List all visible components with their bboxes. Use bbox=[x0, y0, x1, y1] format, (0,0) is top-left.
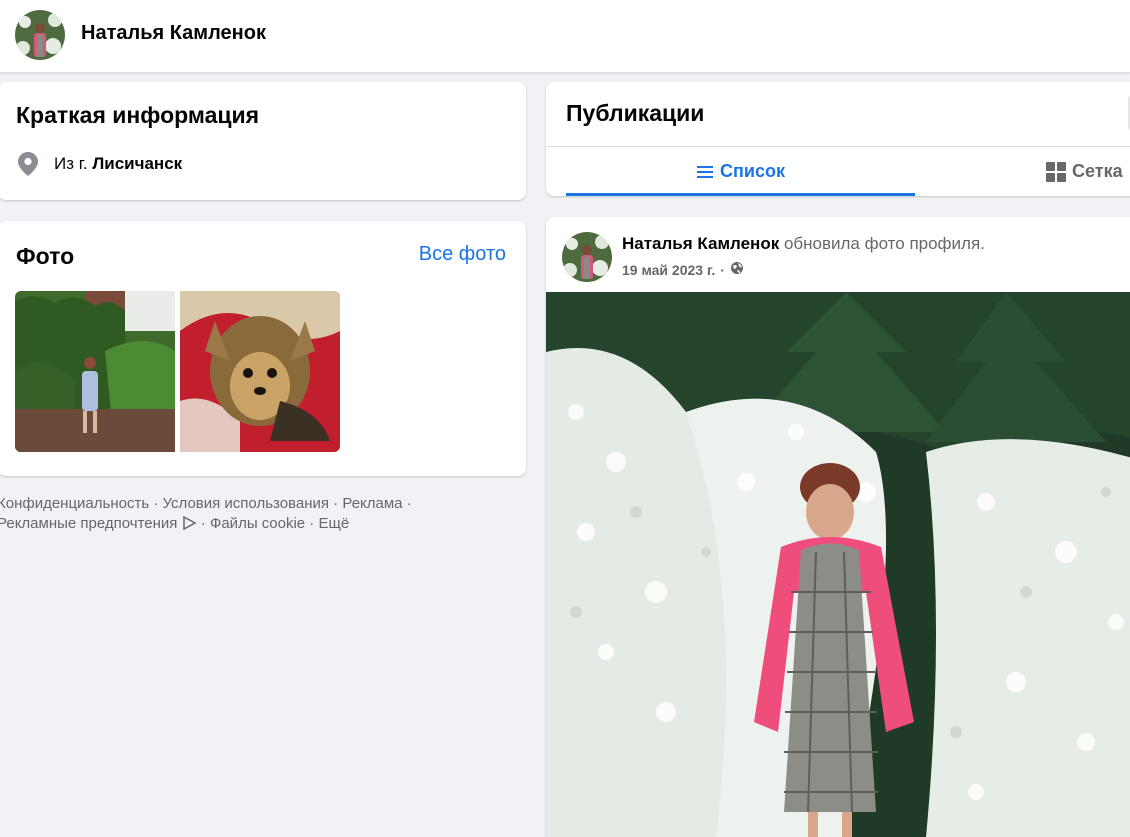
post-author-avatar[interactable] bbox=[562, 232, 612, 282]
footer-link-terms[interactable]: Условия использования bbox=[163, 495, 330, 512]
profile-header-bar: Наталья Камленок bbox=[0, 0, 1130, 73]
location-pin-icon bbox=[16, 152, 40, 176]
profile-avatar[interactable] bbox=[15, 10, 65, 60]
photo-thumbnail-1[interactable] bbox=[15, 291, 175, 452]
tab-grid-view[interactable]: Сетка bbox=[1046, 147, 1130, 196]
grid-icon bbox=[1046, 161, 1066, 182]
photos-card: Фото Все фото bbox=[0, 221, 526, 476]
post-headline: Наталья Камленок обновила фото профиля. bbox=[622, 234, 985, 254]
footer-link-ad-choices[interactable]: Рекламные предпочтения bbox=[0, 515, 177, 532]
active-tab-indicator bbox=[566, 193, 915, 196]
footer-link-privacy[interactable]: Конфиденциальность bbox=[0, 495, 149, 512]
post-meta: 19 май 2023 г. · bbox=[622, 261, 744, 278]
location-prefix: Из г. bbox=[54, 154, 93, 173]
intro-card: Краткая информация Из г. Лисичанск bbox=[0, 82, 526, 200]
post-date-link[interactable]: 19 май 2023 г. bbox=[622, 262, 715, 278]
tab-grid-label: Сетка bbox=[1072, 161, 1123, 181]
post-author-link[interactable]: Наталья Камленок bbox=[622, 234, 779, 253]
footer-link-more[interactable]: Ещё bbox=[318, 515, 349, 532]
profile-name[interactable]: Наталья Камленок bbox=[81, 22, 266, 45]
photos-title: Фото bbox=[16, 243, 75, 269]
location-row: Из г. Лисичанск bbox=[16, 152, 182, 176]
post-card: Наталья Камленок обновила фото профиля. … bbox=[546, 217, 1130, 837]
intro-title: Краткая информация bbox=[16, 102, 260, 128]
all-photos-link[interactable]: Все фото bbox=[419, 243, 506, 266]
posts-title: Публикации bbox=[566, 100, 705, 126]
globe-icon[interactable] bbox=[730, 261, 744, 278]
footer-link-advertising[interactable]: Реклама bbox=[342, 495, 402, 512]
posts-header-card: Публикации Список Сетка bbox=[546, 82, 1130, 196]
ad-choices-icon[interactable] bbox=[182, 515, 197, 532]
footer-links: Конфиденциальность · Условия использован… bbox=[0, 494, 517, 534]
tab-list-label: Список bbox=[720, 161, 785, 181]
post-action-text: обновила фото профиля. bbox=[779, 234, 985, 253]
list-icon bbox=[696, 164, 714, 180]
photo-thumbnail-2[interactable] bbox=[180, 291, 340, 452]
tab-list-view[interactable]: Список bbox=[566, 147, 915, 196]
footer-link-cookies[interactable]: Файлы cookie bbox=[210, 515, 305, 532]
post-photo[interactable] bbox=[546, 292, 1130, 837]
location-city-link[interactable]: Лисичанск bbox=[92, 154, 182, 173]
